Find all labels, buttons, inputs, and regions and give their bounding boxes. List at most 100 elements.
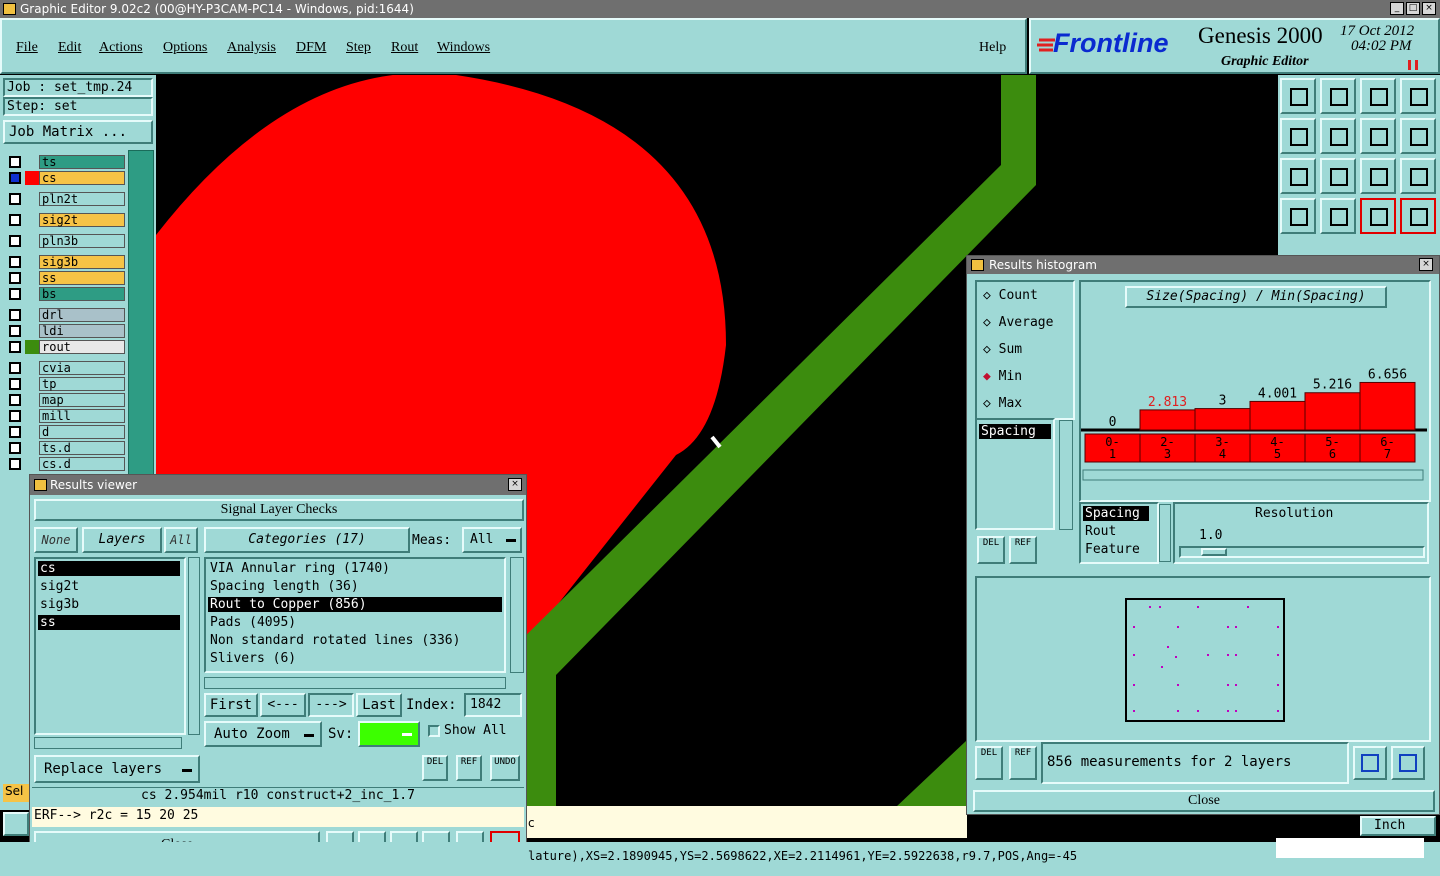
viewer-ref-button[interactable]: REF	[456, 755, 482, 781]
layer-row-ts[interactable]: ts	[5, 155, 125, 169]
mode-max[interactable]: ◇ Max	[983, 396, 1022, 411]
category-item[interactable]: Rout to Copper (856)	[208, 597, 502, 612]
menu-edit[interactable]: Edit	[58, 40, 81, 56]
histogram-ref-button[interactable]: REF	[1009, 536, 1037, 564]
results-preview-map[interactable]	[1125, 598, 1285, 722]
tool-net-alt-icon[interactable]	[1400, 198, 1436, 234]
tool-pan-down-icon[interactable]	[1320, 78, 1356, 114]
filter-all-button[interactable]: All	[164, 527, 198, 553]
mode-average[interactable]: ◇ Average	[983, 315, 1053, 330]
tool-grid-icon[interactable]	[1320, 198, 1356, 234]
job-matrix-button[interactable]: Job Matrix ...	[3, 120, 153, 144]
viewer-title-bar[interactable]: Results viewer	[30, 475, 526, 495]
tool-zoom-out-icon[interactable]	[1320, 158, 1356, 194]
menu-analysis[interactable]: Analysis	[227, 40, 276, 56]
export-icon[interactable]	[1353, 746, 1387, 780]
category-item[interactable]: Spacing length (36)	[208, 579, 359, 594]
layer-row-drl[interactable]: drl	[5, 308, 125, 322]
tool-home-icon[interactable]	[1360, 78, 1396, 114]
layer-row-d[interactable]: d	[5, 425, 125, 439]
viewer-undo-button[interactable]: UNDO	[490, 755, 520, 781]
layer-row-pln2t[interactable]: pln2t	[5, 192, 125, 206]
mode-sum[interactable]: ◇ Sum	[983, 342, 1022, 357]
mode-min[interactable]: ◆ Min	[983, 369, 1022, 384]
resolution-slider[interactable]	[1179, 546, 1425, 558]
category-scrollbar[interactable]	[510, 557, 524, 673]
tool-pan-left-icon[interactable]	[1280, 118, 1316, 154]
layer-row-ldi[interactable]: ldi	[5, 324, 125, 338]
layer-row-ts-d[interactable]: ts.d	[5, 441, 125, 455]
histogram-close-button[interactable]: Close	[973, 790, 1435, 812]
histogram-title-bar[interactable]: Results histogram	[967, 256, 1439, 274]
menu-file[interactable]: File	[16, 40, 38, 56]
preview-ref-button[interactable]: REF	[1009, 746, 1037, 780]
preview-del-button[interactable]: DEL	[975, 746, 1003, 780]
histogram-del-button[interactable]: DEL	[977, 536, 1005, 564]
layer-row-pln3b[interactable]: pln3b	[5, 234, 125, 248]
command-line[interactable]: lature),XS=2.1890945,YS=2.5698622,XE=2.2…	[528, 846, 1278, 866]
tool-ruler-icon[interactable]	[1280, 198, 1316, 234]
sv-color-dropdown[interactable]	[358, 721, 420, 747]
category-hscroll[interactable]	[204, 677, 506, 689]
tool-mirror-icon[interactable]	[1400, 118, 1436, 154]
viewer-del-button[interactable]: DEL	[422, 755, 448, 781]
categories-button[interactable]: Categories (17)	[204, 527, 410, 553]
maximize-button[interactable]: □	[1406, 2, 1420, 15]
tool-fit-icon[interactable]	[1400, 78, 1436, 114]
nav-next-button[interactable]: --->	[308, 693, 354, 717]
layer-result-hscroll[interactable]	[34, 737, 182, 749]
result-layer-item[interactable]: sig3b	[38, 597, 79, 612]
layer-result-scrollbar[interactable]	[188, 557, 200, 735]
menu-dfm[interactable]: DFM	[296, 40, 326, 56]
minimize-button[interactable]: _	[1390, 2, 1404, 15]
group-list-rout[interactable]: Rout	[1083, 524, 1116, 539]
layer-row-cs-d[interactable]: cs.d	[5, 457, 125, 471]
tool-rotate-icon[interactable]	[1360, 118, 1396, 154]
group-list-spacing[interactable]: Spacing	[1083, 506, 1149, 521]
menu-actions[interactable]: Actions	[99, 40, 143, 56]
layer-row-ss[interactable]: ss	[5, 271, 125, 285]
menu-rout[interactable]: Rout	[391, 40, 418, 56]
histogram-close-icon[interactable]: ×	[1419, 258, 1433, 271]
resolution-slider-handle[interactable]	[1201, 548, 1227, 556]
category-item[interactable]: Slivers (6)	[208, 651, 296, 666]
measure-list[interactable]: Spacing	[975, 418, 1055, 530]
category-item[interactable]: Pads (4095)	[208, 615, 296, 630]
show-all-checkbox[interactable]	[428, 725, 440, 737]
meas-dropdown[interactable]: All	[462, 527, 522, 553]
category-item[interactable]: Non standard rotated lines (336)	[208, 633, 460, 648]
tool-net-icon[interactable]	[1360, 198, 1396, 234]
group-list[interactable]: Spacing Rout Feature	[1079, 502, 1159, 564]
layer-row-sig3b[interactable]: sig3b	[5, 255, 125, 269]
result-layer-item[interactable]: sig2t	[38, 579, 79, 594]
index-input[interactable]: 1842	[464, 693, 522, 717]
import-icon[interactable]	[1391, 746, 1425, 780]
group-list-scrollbar[interactable]	[1159, 504, 1171, 562]
window-title-bar[interactable]: Graphic Editor 9.02c2 (00@HY-P3CAM-PC14 …	[0, 0, 1440, 18]
white-input-field[interactable]	[1276, 838, 1424, 858]
layer-row-cvia[interactable]: cvia	[5, 361, 125, 375]
layer-row-bs[interactable]: bs	[5, 287, 125, 301]
tool-pan-up-icon[interactable]	[1280, 78, 1316, 114]
histogram-chart[interactable]: 00-12.8132-333-44.0014-55.2165-66.6566-7	[1081, 310, 1427, 500]
mode-count[interactable]: ◇ Count	[983, 288, 1038, 303]
menu-step[interactable]: Step	[346, 40, 371, 56]
layer-row-mill[interactable]: mill	[5, 409, 125, 423]
tool-help-icon[interactable]	[1400, 158, 1436, 194]
layer-row-cs[interactable]: cs	[5, 171, 125, 185]
filter-none-button[interactable]: None	[34, 527, 78, 553]
menu-help[interactable]: Help	[979, 40, 1006, 56]
result-layer-item[interactable]: cs	[38, 561, 180, 576]
result-layer-item[interactable]: ss	[38, 615, 180, 630]
corner-tool-icon[interactable]	[3, 812, 29, 836]
viewer-close-icon[interactable]: ×	[508, 478, 522, 491]
layer-row-map[interactable]: map	[5, 393, 125, 407]
category-item[interactable]: VIA Annular ring (1740)	[208, 561, 390, 576]
filter-layers-button[interactable]: Layers	[82, 527, 162, 553]
group-list-feature[interactable]: Feature	[1083, 542, 1140, 557]
category-list[interactable]: VIA Annular ring (1740) Spacing length (…	[204, 557, 506, 673]
tool-scale-icon[interactable]	[1360, 158, 1396, 194]
layer-row-rout[interactable]: rout	[5, 340, 125, 354]
layer-row-sig2t[interactable]: sig2t	[5, 213, 125, 227]
measure-list-scrollbar[interactable]	[1059, 420, 1073, 530]
